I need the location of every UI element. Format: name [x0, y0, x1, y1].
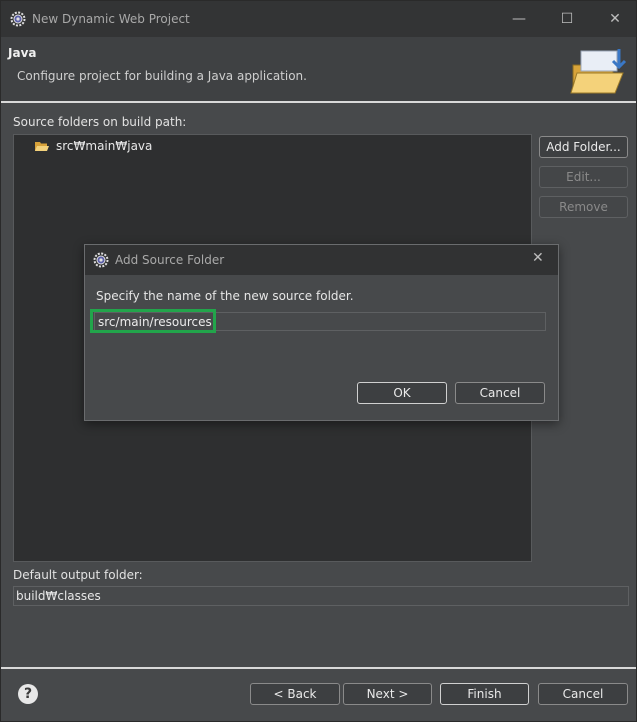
finish-button[interactable]: Finish: [440, 683, 529, 705]
add-folder-button[interactable]: Add Folder...: [539, 136, 628, 158]
title-bar: New Dynamic Web Project — ☐ ✕: [1, 1, 636, 37]
dialog-close-button[interactable]: ✕: [532, 250, 544, 266]
minimize-button[interactable]: —: [496, 1, 542, 37]
close-button[interactable]: ✕: [592, 1, 637, 37]
dialog-prompt: Specify the name of the new source folde…: [96, 289, 354, 303]
page-title: Java: [8, 46, 37, 60]
folder-open-icon: [35, 141, 49, 151]
back-button[interactable]: < Back: [250, 683, 340, 705]
source-folders-label: Source folders on build path:: [13, 115, 187, 129]
wizard-header: Java Configure project for building a Ja…: [1, 37, 636, 101]
output-folder-field[interactable]: build₩classes: [13, 586, 629, 606]
tree-item-label: src₩main₩java: [56, 139, 153, 153]
eclipse-gear-icon: [10, 11, 26, 27]
new-dynamic-web-project-window: New Dynamic Web Project — ☐ ✕ Java Confi…: [0, 0, 637, 722]
add-source-folder-dialog: Add Source Folder ✕ Specify the name of …: [84, 244, 559, 421]
eclipse-gear-icon: [93, 252, 109, 268]
remove-button[interactable]: Remove: [539, 196, 628, 218]
dialog-title-bar: Add Source Folder ✕: [85, 245, 558, 275]
page-description: Configure project for building a Java ap…: [17, 69, 307, 83]
dialog-title: Add Source Folder: [115, 253, 225, 267]
window-title: New Dynamic Web Project: [32, 12, 190, 26]
next-button[interactable]: Next >: [343, 683, 432, 705]
tree-item-src-main-java[interactable]: src₩main₩java: [34, 138, 152, 154]
maximize-button[interactable]: ☐: [544, 1, 590, 37]
header-separator: [1, 101, 636, 103]
cancel-button[interactable]: Cancel: [538, 683, 628, 705]
ok-button[interactable]: OK: [357, 382, 447, 404]
output-folder-label: Default output folder:: [13, 568, 143, 582]
source-folder-name-input[interactable]: [94, 312, 546, 331]
dialog-cancel-button[interactable]: Cancel: [455, 382, 545, 404]
help-icon[interactable]: ?: [18, 684, 38, 704]
folder-banner-icon: [570, 49, 627, 94]
edit-button[interactable]: Edit...: [539, 166, 628, 188]
footer-separator: [1, 667, 636, 669]
